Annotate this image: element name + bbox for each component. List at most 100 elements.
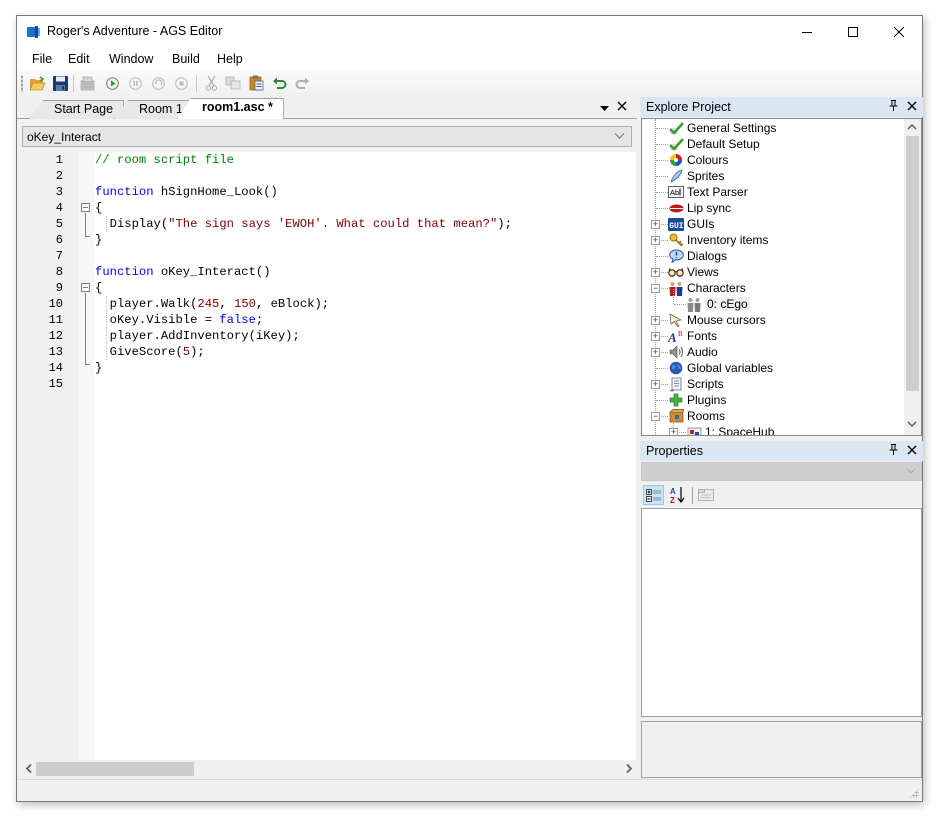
close-tab-button[interactable] bbox=[617, 100, 627, 114]
expand-icon[interactable]: + bbox=[651, 236, 660, 245]
tree-item-label: General Settings bbox=[687, 121, 777, 135]
menu-build[interactable]: Build bbox=[172, 52, 200, 66]
explore-project-header: Explore Project bbox=[640, 97, 923, 117]
scroll-up-icon[interactable] bbox=[907, 123, 917, 130]
expand-icon[interactable]: + bbox=[651, 220, 660, 229]
code-token-plain: { bbox=[95, 201, 103, 215]
collapse-icon[interactable]: − bbox=[651, 412, 660, 421]
horizontal-scrollbar[interactable] bbox=[22, 760, 636, 777]
menu-help[interactable]: Help bbox=[217, 52, 243, 66]
expand-icon[interactable]: + bbox=[669, 428, 678, 435]
code-line[interactable]: 15 bbox=[22, 377, 622, 393]
code-line[interactable]: 8 function oKey_Interact() bbox=[22, 265, 622, 281]
code-token-plain: , eBlock); bbox=[255, 297, 330, 311]
code-line[interactable]: 14} bbox=[22, 361, 622, 377]
code-token-kw: function bbox=[95, 265, 154, 279]
menu-window[interactable]: Window bbox=[109, 52, 153, 66]
stop-button[interactable] bbox=[172, 74, 190, 92]
tree-item-label: 1: SpaceHub bbox=[705, 425, 775, 436]
tab-list-dropdown[interactable] bbox=[600, 101, 609, 115]
menu-edit[interactable]: Edit bbox=[68, 52, 90, 66]
paste-button[interactable] bbox=[247, 74, 265, 92]
expand-icon[interactable]: + bbox=[651, 332, 660, 341]
object-selector-dropdown[interactable] bbox=[641, 462, 922, 481]
code-line[interactable]: 12 player.AddInventory(iKey); bbox=[22, 329, 622, 345]
property-pages-button[interactable] bbox=[696, 485, 717, 505]
code-token-str: "The sign says 'EWOH'. What could that m… bbox=[168, 217, 498, 231]
puzzle-icon bbox=[668, 392, 684, 408]
categorized-button[interactable] bbox=[643, 485, 664, 505]
scroll-right-icon[interactable] bbox=[625, 764, 633, 773]
code-line[interactable]: 11 oKey.Visible = false; bbox=[22, 313, 622, 329]
build-exe-button[interactable] bbox=[79, 74, 97, 92]
copy-button[interactable] bbox=[224, 74, 242, 92]
expand-icon[interactable]: + bbox=[651, 348, 660, 357]
tree-item-label: Scripts bbox=[687, 377, 724, 391]
project-tree[interactable]: General Settings Default Setup Colours Spri… bbox=[641, 118, 922, 436]
property-grid[interactable] bbox=[641, 508, 922, 717]
toolbar-grip[interactable] bbox=[21, 75, 23, 92]
code-line[interactable]: 13 GiveScore(5); bbox=[22, 345, 622, 361]
function-dropdown[interactable]: oKey_Interact bbox=[22, 126, 632, 147]
gui-icon: GUI bbox=[668, 216, 684, 232]
expand-icon[interactable]: + bbox=[651, 316, 660, 325]
tree-scroll-thumb[interactable] bbox=[906, 136, 919, 391]
code-line[interactable]: 6} bbox=[22, 233, 622, 249]
pin-panel-button[interactable] bbox=[889, 100, 898, 114]
scroll-down-icon[interactable] bbox=[907, 421, 917, 428]
tree-item-label: Sprites bbox=[687, 169, 725, 183]
code-editor[interactable]: 1 // room script file 2 3 function hSignHome… bbox=[22, 152, 636, 760]
save-button[interactable] bbox=[51, 74, 69, 92]
tree-vertical-scrollbar[interactable] bbox=[904, 119, 921, 435]
expand-icon[interactable]: + bbox=[651, 380, 660, 389]
close-button[interactable] bbox=[876, 16, 922, 47]
code-token-plain: hSignHome_Look() bbox=[153, 185, 278, 199]
scroll-left-icon[interactable] bbox=[25, 764, 33, 773]
tree-item-label: Mouse cursors bbox=[687, 313, 766, 327]
minimize-button[interactable] bbox=[784, 16, 830, 47]
line-number: 15 bbox=[48, 377, 63, 391]
svg-text:Z: Z bbox=[670, 496, 675, 504]
speaker-icon bbox=[668, 344, 684, 360]
code-line[interactable]: 1 // room script file bbox=[22, 153, 622, 169]
tab-label: Start Page bbox=[54, 102, 114, 116]
horizontal-scroll-thumb[interactable] bbox=[36, 762, 194, 776]
rooms-icon bbox=[668, 408, 684, 424]
code-line[interactable]: 5 Display("The sign says 'EWOH'. What co… bbox=[22, 217, 622, 233]
maximize-button[interactable] bbox=[830, 16, 876, 47]
code-line[interactable]: 9{ bbox=[22, 281, 622, 297]
code-line[interactable]: 4{ bbox=[22, 201, 622, 217]
line-number: 13 bbox=[48, 345, 63, 359]
pause-button[interactable] bbox=[126, 74, 144, 92]
palette-icon bbox=[668, 152, 684, 168]
undo-button[interactable] bbox=[270, 74, 288, 92]
redo-button[interactable] bbox=[293, 74, 311, 92]
expand-icon[interactable]: + bbox=[651, 268, 660, 277]
step-button[interactable] bbox=[149, 74, 167, 92]
code-line[interactable]: 10 player.Walk(245, 150, eBlock); bbox=[22, 297, 622, 313]
close-panel-button[interactable] bbox=[907, 444, 917, 458]
code-line[interactable]: 2 bbox=[22, 169, 622, 185]
collapse-icon[interactable]: − bbox=[651, 284, 660, 293]
close-icon bbox=[907, 101, 917, 111]
checkmark-icon bbox=[668, 120, 684, 136]
code-token-plain: ); bbox=[497, 217, 512, 231]
close-panel-button[interactable] bbox=[907, 100, 917, 114]
cut-button[interactable] bbox=[202, 74, 220, 92]
alphabetical-button[interactable]: AZ bbox=[667, 485, 688, 505]
tab-start-page[interactable]: Start Page bbox=[29, 100, 125, 119]
tab-room1-asc[interactable]: room1.asc * bbox=[177, 98, 284, 119]
run-button[interactable] bbox=[103, 74, 121, 92]
pin-panel-button[interactable] bbox=[889, 444, 898, 458]
line-number: 8 bbox=[55, 265, 63, 279]
resize-grip[interactable] bbox=[909, 788, 919, 798]
open-project-button[interactable] bbox=[28, 74, 46, 92]
code-token-kw: false bbox=[219, 313, 256, 327]
code-token-plain: player.AddInventory(iKey); bbox=[95, 329, 300, 343]
code-text: } bbox=[95, 233, 102, 247]
menu-file[interactable]: File bbox=[32, 52, 52, 66]
code-line[interactable]: 3 function hSignHome_Look() bbox=[22, 185, 622, 201]
code-line[interactable]: 7 bbox=[22, 249, 622, 265]
property-description bbox=[641, 721, 922, 778]
title-bar: Roger's Adventure - AGS Editor bbox=[17, 16, 922, 47]
